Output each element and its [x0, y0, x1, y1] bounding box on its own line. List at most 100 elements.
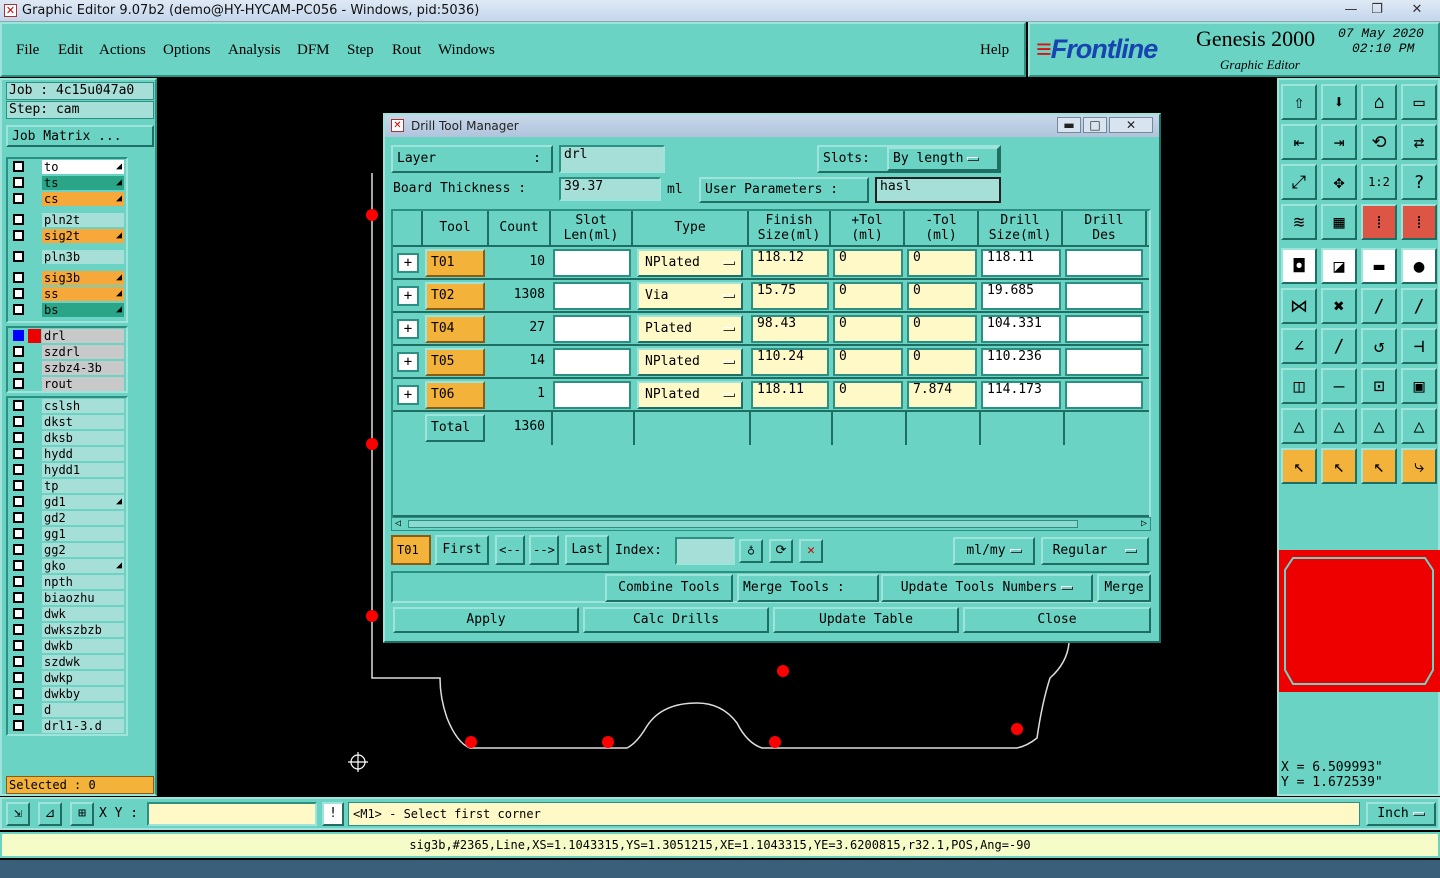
units-dropdown[interactable]: ml/my [953, 537, 1035, 565]
layer-row[interactable]: szdrl [8, 344, 126, 360]
line-icon[interactable]: ∕ [1361, 288, 1397, 324]
layer-name[interactable]: drl1-3.d [42, 719, 124, 733]
layer-row[interactable]: to ◢ [8, 159, 126, 175]
menu-analysis[interactable]: Analysis [228, 42, 281, 59]
layer-row[interactable]: gko ◢ [8, 558, 126, 574]
tri3-icon[interactable]: △ [1361, 408, 1397, 444]
type-dropdown[interactable]: Plated [637, 315, 743, 343]
left-icon[interactable]: ⇤ [1281, 124, 1317, 160]
expand-row-icon[interactable]: + [397, 253, 419, 273]
layer-name[interactable]: pln3b [42, 250, 124, 264]
drill-des-input[interactable] [1065, 315, 1143, 343]
menu-actions[interactable]: Actions [99, 42, 146, 59]
home-icon[interactable]: ⌂ [1361, 84, 1397, 120]
layer-checkbox[interactable] [13, 330, 24, 341]
layer-row[interactable]: gg1 [8, 526, 126, 542]
layer-name[interactable]: bs ◢ [42, 303, 124, 317]
layer-row[interactable]: dwkb [8, 638, 126, 654]
layer-name[interactable]: dksb [42, 431, 124, 445]
layer-checkbox[interactable] [13, 288, 24, 299]
tri2-icon[interactable]: △ [1321, 408, 1357, 444]
drill-des-input[interactable] [1065, 282, 1143, 310]
frame-icon[interactable]: ⊡ [1361, 368, 1397, 404]
minimize-icon[interactable]: — [1338, 1, 1364, 19]
grid-icon[interactable]: ⊞ [70, 802, 94, 826]
layer-checkbox[interactable] [13, 193, 24, 204]
scale-icon[interactable]: 1:2 [1361, 164, 1397, 200]
layer-checkbox[interactable] [13, 688, 24, 699]
layer-row[interactable]: gd2 [8, 510, 126, 526]
scroll-left-icon[interactable]: ◁ [392, 518, 404, 530]
pointer-icon[interactable]: ↖ [1281, 448, 1317, 484]
layer-name[interactable]: szbz4-3b [42, 361, 124, 375]
tool-id[interactable]: T02 [425, 282, 485, 310]
type-dropdown[interactable]: NPlated [637, 381, 743, 409]
layer-row[interactable]: ss ◢ [8, 286, 126, 302]
layer-name[interactable]: dwk [42, 607, 124, 621]
angle-icon[interactable]: ∠ [1281, 328, 1317, 364]
drill-size-input[interactable]: 110.236 [981, 348, 1061, 376]
layer-name[interactable]: dkst [42, 415, 124, 429]
layer-name[interactable]: cs ◢ [42, 192, 124, 206]
plus-tol-input[interactable]: 0 [833, 348, 903, 376]
scroll-right-icon[interactable]: ▷ [1138, 518, 1150, 530]
layer-checkbox[interactable] [13, 304, 24, 315]
close-icon[interactable]: ✕ [1400, 1, 1434, 19]
layer-row[interactable]: drl1-3.d [8, 718, 126, 734]
type-dropdown[interactable]: NPlated [637, 348, 743, 376]
layer-checkbox[interactable] [13, 720, 24, 731]
plus-tol-input[interactable]: 0 [833, 282, 903, 310]
group-icon[interactable]: ▣ [1401, 368, 1437, 404]
house-up-icon[interactable]: ⇧ [1281, 84, 1317, 120]
layer-checkbox[interactable] [13, 346, 24, 357]
menu-dfm[interactable]: DFM [297, 42, 330, 59]
mirror-icon[interactable]: ⇄ [1401, 124, 1437, 160]
tool-id[interactable]: T04 [425, 315, 485, 343]
drill-size-input[interactable]: 118.11 [981, 249, 1061, 277]
box-icon[interactable]: ◫ [1281, 368, 1317, 404]
drill-size-input[interactable]: 114.173 [981, 381, 1061, 409]
layer-name[interactable]: to ◢ [42, 160, 124, 174]
layer-row[interactable]: npth [8, 574, 126, 590]
layer-row[interactable]: szbz4-3b [8, 360, 126, 376]
layer-row[interactable]: dwk [8, 606, 126, 622]
ff-icon[interactable]: ⊣ [1401, 328, 1437, 364]
circle-icon[interactable]: ● [1401, 248, 1437, 284]
line2-icon[interactable]: ∕ [1401, 288, 1437, 324]
layer-row[interactable]: pln3b [8, 249, 126, 265]
layer-row[interactable]: dksb [8, 430, 126, 446]
layer-row[interactable]: tp [8, 478, 126, 494]
layer-name[interactable]: npth [42, 575, 124, 589]
alert-icon[interactable]: ! [322, 802, 344, 826]
layer-row[interactable]: bs ◢ [8, 302, 126, 318]
finish-size-input[interactable]: 110.24 [751, 348, 829, 376]
layer-checkbox[interactable] [13, 272, 24, 283]
scroll-thumb[interactable] [408, 520, 1078, 528]
layer-row[interactable]: dwkby [8, 686, 126, 702]
minus-tol-input[interactable]: 0 [907, 249, 977, 277]
layer-name[interactable]: ts ◢ [42, 176, 124, 190]
cross-icon[interactable]: ✖ [1321, 288, 1357, 324]
layer-checkbox[interactable] [13, 251, 24, 262]
layer-name[interactable]: cslsh [42, 399, 124, 413]
measure-icon[interactable]: ⊿ [38, 802, 62, 826]
layer-checkbox[interactable] [13, 656, 24, 667]
tri-icon[interactable]: △ [1281, 408, 1317, 444]
layer-checkbox[interactable] [13, 528, 24, 539]
layer-row[interactable]: cs ◢ [8, 191, 126, 207]
layer-name[interactable]: gd1 ◢ [42, 495, 124, 509]
apply-button[interactable]: Apply [393, 607, 579, 633]
layer-checkbox[interactable] [13, 544, 24, 555]
restore-icon[interactable]: ❐ [1364, 1, 1390, 19]
pointer2-icon[interactable]: ↖ [1321, 448, 1357, 484]
user-parameters-button[interactable]: User Parameters : [699, 177, 869, 203]
drill-des-input[interactable] [1065, 249, 1143, 277]
layer-name[interactable]: dwkb [42, 639, 124, 653]
fit-icon[interactable]: ⤢ [1281, 164, 1317, 200]
layer-row[interactable]: gd1 ◢ [8, 494, 126, 510]
finish-size-input[interactable]: 118.12 [751, 249, 829, 277]
drill-des-input[interactable] [1065, 381, 1143, 409]
layer-row[interactable]: pln2t [8, 212, 126, 228]
minus-tol-input[interactable]: 0 [907, 348, 977, 376]
menu-windows[interactable]: Windows [438, 42, 495, 59]
